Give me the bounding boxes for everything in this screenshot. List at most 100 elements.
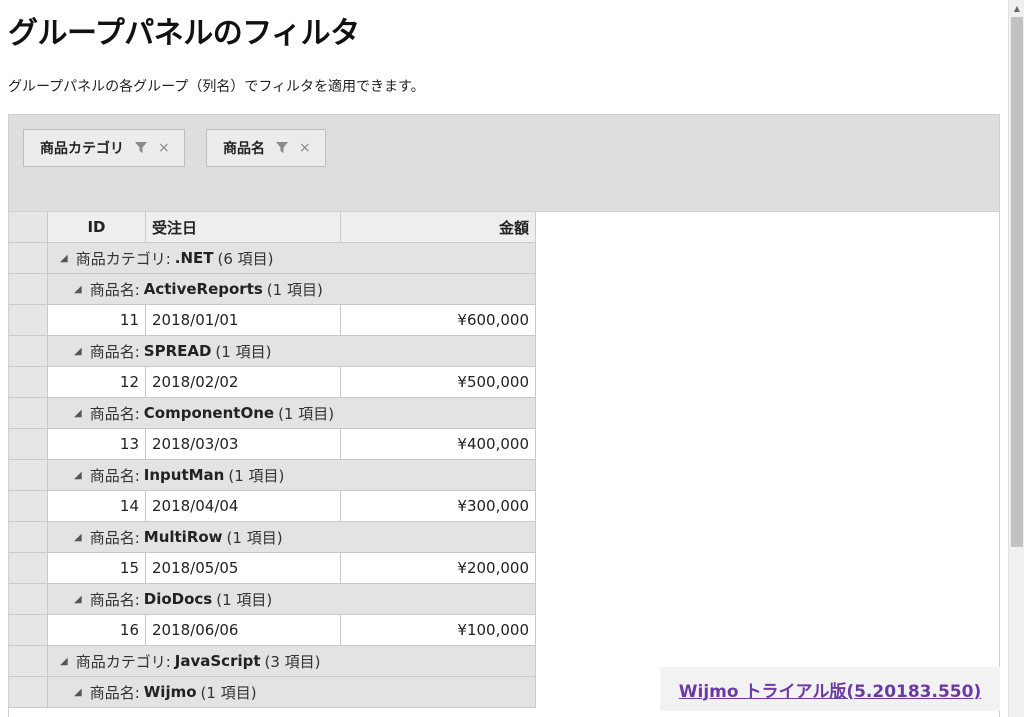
group-cell[interactable]: ◢ 商品カテゴリ: JavaScript (3 項目) [48,646,536,676]
group-prefix: 商品名: [89,280,140,299]
group-cell[interactable]: ◢ 商品名: DioDocs (1 項目) [48,584,536,614]
row-header[interactable] [9,243,48,273]
group-count: (1 項目) [215,342,272,361]
collapse-triangle-icon[interactable]: ◢ [60,656,68,667]
cell-order-date[interactable]: 2018/06/06 [146,615,341,645]
group-chip-category[interactable]: 商品カテゴリ × [23,129,185,167]
group-panel: 商品カテゴリ × 商品名 × [8,114,1000,212]
cell-amount[interactable]: ¥400,000 [341,429,536,459]
row-header[interactable] [9,398,48,428]
cell-id[interactable]: 14 [48,491,146,521]
column-header-id[interactable]: ID [48,212,146,242]
group-cell[interactable]: ◢ 商品名: Wijmo (1 項目) [48,677,536,707]
scroll-up-arrow-icon[interactable]: ▲ [1009,0,1024,17]
data-row[interactable]: 13 2018/03/03 ¥400,000 [9,429,536,460]
row-header[interactable] [9,584,48,614]
row-header[interactable] [9,646,48,676]
group-row[interactable]: ◢ 商品名: InputMan (1 項目) [9,460,536,491]
group-row[interactable]: ◢ 商品名: ComponentOne (1 項目) [9,398,536,429]
group-prefix: 商品名: [89,466,140,485]
group-value: MultiRow [143,528,223,546]
group-value: InputMan [143,466,225,484]
group-row[interactable]: ◢ 商品名: SPREAD (1 項目) [9,336,536,367]
row-header[interactable] [9,460,48,490]
collapse-triangle-icon[interactable]: ◢ [74,532,82,543]
row-header[interactable] [9,274,48,304]
cell-amount[interactable]: ¥300,000 [341,491,536,521]
cell-amount[interactable]: ¥100,000 [341,615,536,645]
data-row[interactable]: 11 2018/01/01 ¥600,000 [9,305,536,336]
collapse-triangle-icon[interactable]: ◢ [60,253,68,264]
cell-amount[interactable]: ¥200,000 [341,553,536,583]
cell-id[interactable]: 16 [48,615,146,645]
group-value: JavaScript [174,652,261,670]
row-header[interactable] [9,429,48,459]
column-header-amount[interactable]: 金額 [341,212,536,242]
group-count: (6 項目) [217,249,274,268]
cell-order-date[interactable]: 2018/03/03 [146,429,341,459]
row-header[interactable] [9,677,48,707]
cell-id[interactable]: 11 [48,305,146,335]
group-cell[interactable]: ◢ 商品名: ComponentOne (1 項目) [48,398,536,428]
group-value: Wijmo [143,683,197,701]
data-row[interactable]: 14 2018/04/04 ¥300,000 [9,491,536,522]
group-value: ComponentOne [143,404,275,422]
group-row[interactable]: ◢ 商品名: DioDocs (1 項目) [9,584,536,615]
data-row[interactable]: 12 2018/02/02 ¥500,000 [9,367,536,398]
group-prefix: 商品名: [89,590,140,609]
cell-order-date[interactable]: 2018/01/01 [146,305,341,335]
cell-order-date[interactable]: 2018/02/02 [146,367,341,397]
group-prefix: 商品名: [89,683,140,702]
data-row[interactable]: 15 2018/05/05 ¥200,000 [9,553,536,584]
column-header-order-date[interactable]: 受注日 [146,212,341,242]
group-row[interactable]: ◢ 商品名: MultiRow (1 項目) [9,522,536,553]
row-header[interactable] [9,491,48,521]
row-header[interactable] [9,336,48,366]
scrollbar-thumb[interactable] [1011,17,1023,547]
group-cell[interactable]: ◢ 商品名: MultiRow (1 項目) [48,522,536,552]
cell-id[interactable]: 12 [48,367,146,397]
group-row[interactable]: ◢ 商品名: ActiveReports (1 項目) [9,274,536,305]
page-title: グループパネルのフィルタ [8,16,360,51]
group-cell[interactable]: ◢ 商品カテゴリ: .NET (6 項目) [48,243,536,273]
collapse-triangle-icon[interactable]: ◢ [74,687,82,698]
group-cell[interactable]: ◢ 商品名: SPREAD (1 項目) [48,336,536,366]
group-value: DioDocs [143,590,213,608]
trial-version-link[interactable]: Wijmo トライアル版(5.20183.550) [679,677,981,702]
cell-amount[interactable]: ¥600,000 [341,305,536,335]
cell-id[interactable]: 13 [48,429,146,459]
cell-amount[interactable]: ¥500,000 [341,367,536,397]
row-header[interactable] [9,212,48,242]
collapse-triangle-icon[interactable]: ◢ [74,408,82,419]
row-header[interactable] [9,305,48,335]
cell-id[interactable]: 15 [48,553,146,583]
group-prefix: 商品名: [89,528,140,547]
filter-icon[interactable] [134,141,148,155]
group-row[interactable]: ◢ 商品カテゴリ: JavaScript (3 項目) [9,646,536,677]
cell-order-date[interactable]: 2018/04/04 [146,491,341,521]
group-row[interactable]: ◢ 商品カテゴリ: .NET (6 項目) [9,243,536,274]
group-row[interactable]: ◢ 商品名: Wijmo (1 項目) [9,677,536,708]
group-prefix: 商品カテゴリ: [75,652,171,671]
data-row[interactable]: 16 2018/06/06 ¥100,000 [9,615,536,646]
row-header[interactable] [9,367,48,397]
collapse-triangle-icon[interactable]: ◢ [74,470,82,481]
collapse-triangle-icon[interactable]: ◢ [74,594,82,605]
row-header[interactable] [9,553,48,583]
collapse-triangle-icon[interactable]: ◢ [74,346,82,357]
collapse-triangle-icon[interactable]: ◢ [74,284,82,295]
row-header[interactable] [9,522,48,552]
group-chip-product-name[interactable]: 商品名 × [206,129,326,167]
row-header[interactable] [9,615,48,645]
cell-order-date[interactable]: 2018/05/05 [146,553,341,583]
group-chip-label: 商品名 [223,141,265,157]
close-icon[interactable]: × [299,140,311,156]
group-cell[interactable]: ◢ 商品名: ActiveReports (1 項目) [48,274,536,304]
vertical-scrollbar[interactable]: ▲ [1008,0,1024,717]
group-cell[interactable]: ◢ 商品名: InputMan (1 項目) [48,460,536,490]
group-value: .NET [174,249,214,267]
group-value: ActiveReports [143,280,263,298]
close-icon[interactable]: × [158,140,170,156]
group-value: SPREAD [143,342,212,360]
filter-icon[interactable] [275,141,289,155]
